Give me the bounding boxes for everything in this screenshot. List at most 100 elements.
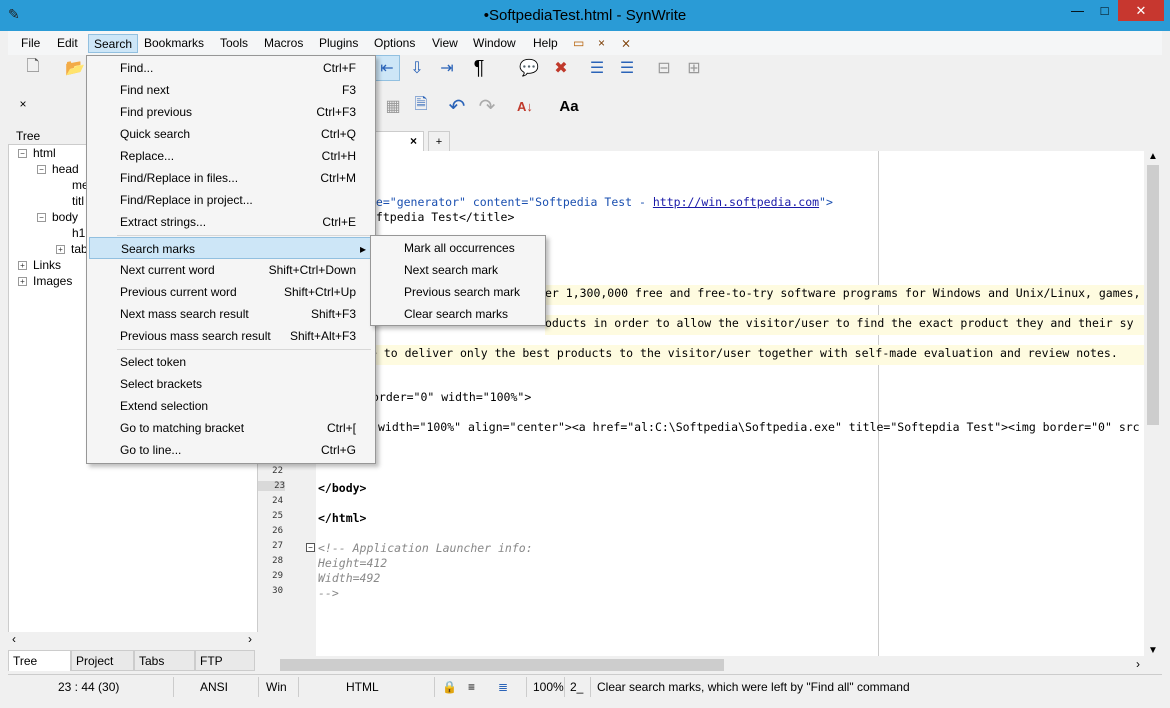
panel-close-icon[interactable]: × — [10, 91, 36, 117]
scroll-right-icon[interactable]: › — [1136, 657, 1140, 671]
menu-item-find-replace-files[interactable]: Find/Replace in files... Ctrl+M — [89, 167, 373, 189]
tree-node[interactable]: − head — [37, 162, 79, 176]
menu-item-quick-search[interactable]: Quick search Ctrl+Q — [89, 123, 373, 145]
scroll-up-icon[interactable]: ▲ — [1148, 151, 1158, 162]
close-doc-icon[interactable]: × — [593, 34, 610, 53]
submenu-item-next-mark[interactable]: Next search mark — [373, 259, 543, 281]
menu-window[interactable]: Window — [468, 34, 521, 53]
collapse-icon[interactable]: − — [18, 149, 27, 159]
menu-item-next-mass-result[interactable]: Next mass search result Shift+F3 — [89, 303, 373, 325]
expand-icon[interactable]: + — [18, 261, 27, 271]
cursor-position[interactable]: 23 : 44 (30) — [58, 680, 119, 694]
menu-help[interactable]: Help — [528, 34, 563, 53]
close-all-icon[interactable]: ⨯ — [616, 34, 636, 53]
redo-icon[interactable]: ↷ — [474, 93, 500, 119]
minimize-button[interactable]: — — [1064, 0, 1091, 21]
maximize-button[interactable]: □ — [1091, 0, 1118, 21]
horizontal-scrollbar[interactable]: › — [258, 656, 1144, 674]
editor-tab-active[interactable]: × — [368, 131, 424, 151]
menu-item-find[interactable]: Find... Ctrl+F — [89, 57, 373, 79]
tree-node[interactable]: − body — [37, 210, 78, 224]
wrap-icon[interactable]: ≡ — [468, 680, 475, 694]
menu-item-replace[interactable]: Replace... Ctrl+H — [89, 145, 373, 167]
uncomment-icon[interactable]: ✖ — [548, 55, 574, 81]
menu-macros[interactable]: Macros — [259, 34, 308, 53]
indent-left-icon[interactable]: ⇤ — [374, 55, 400, 81]
tab-tree[interactable]: Tree — [8, 650, 71, 671]
zoom-level[interactable]: 100% — [533, 680, 564, 694]
menu-item-select-brackets[interactable]: Select brackets — [89, 373, 373, 395]
menu-item-extract-strings[interactable]: Extract strings... Ctrl+E — [89, 211, 373, 233]
submenu-item-previous-mark[interactable]: Previous search mark — [373, 281, 543, 303]
undo-icon[interactable]: ↶ — [444, 93, 470, 119]
scroll-thumb[interactable] — [1147, 165, 1159, 425]
encoding[interactable]: ANSI — [200, 680, 228, 694]
indent-right-icon[interactable]: ⇥ — [434, 55, 460, 81]
tree-node[interactable]: − html — [18, 146, 56, 160]
align-icon[interactable]: ⊟ — [651, 55, 677, 81]
new-file-icon[interactable]: 🗋 — [20, 55, 46, 81]
menu-tools[interactable]: Tools — [215, 34, 253, 53]
left-horizontal-scrollbar[interactable]: ‹ › — [8, 632, 258, 649]
restore-icon[interactable]: ▭ — [568, 34, 589, 53]
font-case-icon[interactable]: Aa — [556, 93, 582, 119]
tab-project[interactable]: Project — [71, 650, 134, 671]
scroll-down-icon[interactable]: ▼ — [1148, 645, 1158, 656]
download-icon[interactable]: ⇩ — [404, 55, 430, 81]
scroll-left-icon[interactable]: ‹ — [12, 632, 16, 646]
lock-icon[interactable]: 🔒 — [442, 680, 457, 694]
menu-bookmarks[interactable]: Bookmarks — [139, 34, 209, 53]
menu-item-extend-selection[interactable]: Extend selection — [89, 395, 373, 417]
submenu-item-clear-marks[interactable]: Clear search marks — [373, 303, 543, 325]
menu-item-go-to-line[interactable]: Go to line... Ctrl+G — [89, 439, 373, 461]
menu-view[interactable]: View — [427, 34, 463, 53]
add-tab-button[interactable]: + — [428, 131, 450, 151]
clear-icon[interactable]: ▦ — [380, 93, 406, 119]
open-folder-icon[interactable]: 📂 — [62, 55, 88, 81]
menu-options[interactable]: Options — [369, 34, 420, 53]
align-status-icon[interactable]: ≣ — [498, 680, 508, 694]
increase-indent-icon[interactable]: ☰ — [584, 55, 610, 81]
comment-icon[interactable]: 💬 — [516, 55, 542, 81]
tab-tabs[interactable]: Tabs — [134, 650, 195, 671]
menu-item-select-token[interactable]: Select token — [89, 351, 373, 373]
menu-item-previous-current-word[interactable]: Previous current word Shift+Ctrl+Up — [89, 281, 373, 303]
decrease-indent-icon[interactable]: ☰ — [614, 55, 640, 81]
expand-icon[interactable]: + — [18, 277, 27, 287]
close-button[interactable]: ✕ — [1118, 0, 1164, 21]
syntax-lexer[interactable]: HTML — [346, 680, 379, 694]
tab-close-icon[interactable]: × — [410, 134, 417, 148]
scroll-right-icon[interactable]: › — [248, 632, 252, 646]
sort-icon[interactable]: A↓ — [512, 93, 538, 119]
menu-search[interactable]: Search — [88, 34, 139, 53]
menu-item-find-replace-project[interactable]: Find/Replace in project... — [89, 189, 373, 211]
tree-node[interactable]: + Links — [18, 258, 61, 272]
menu-edit[interactable]: Edit — [52, 34, 83, 53]
tree-node[interactable]: h1 — [72, 226, 85, 240]
tree-node[interactable]: + tab — [56, 242, 88, 256]
menu-plugins[interactable]: Plugins — [314, 34, 363, 53]
align2-icon[interactable]: ⊞ — [681, 55, 707, 81]
line-ending[interactable]: Win — [266, 680, 287, 694]
tree-node[interactable]: titl — [72, 194, 84, 208]
menu-item-next-current-word[interactable]: Next current word Shift+Ctrl+Down — [89, 259, 373, 281]
document-icon[interactable]: 🗎 — [408, 93, 434, 119]
expand-icon[interactable]: + — [56, 245, 65, 255]
code-line: oftpedia Test</title> — [369, 210, 515, 224]
menu-file[interactable]: File — [16, 34, 45, 53]
menu-item-find-next[interactable]: Find next F3 — [89, 79, 373, 101]
collapse-icon[interactable]: − — [37, 213, 46, 223]
window-title: •SoftpediaTest.html - SynWrite — [483, 7, 687, 24]
menu-item-search-marks[interactable]: Search marks ▸ — [89, 237, 373, 259]
menu-item-previous-mass-result[interactable]: Previous mass search result Shift+Alt+F3 — [89, 325, 373, 347]
fold-icon[interactable]: − — [306, 543, 315, 552]
hscroll-thumb[interactable] — [280, 659, 724, 671]
collapse-icon[interactable]: − — [37, 165, 46, 175]
menu-item-matching-bracket[interactable]: Go to matching bracket Ctrl+[ — [89, 417, 373, 439]
submenu-item-mark-all[interactable]: Mark all occurrences — [373, 237, 543, 259]
tree-node[interactable]: + Images — [18, 274, 72, 288]
menu-item-find-previous[interactable]: Find previous Ctrl+F3 — [89, 101, 373, 123]
tab-ftp[interactable]: FTP — [195, 650, 255, 671]
vertical-scrollbar[interactable]: ▲ ▼ — [1144, 151, 1162, 656]
pilcrow-icon[interactable]: ¶ — [466, 55, 492, 81]
